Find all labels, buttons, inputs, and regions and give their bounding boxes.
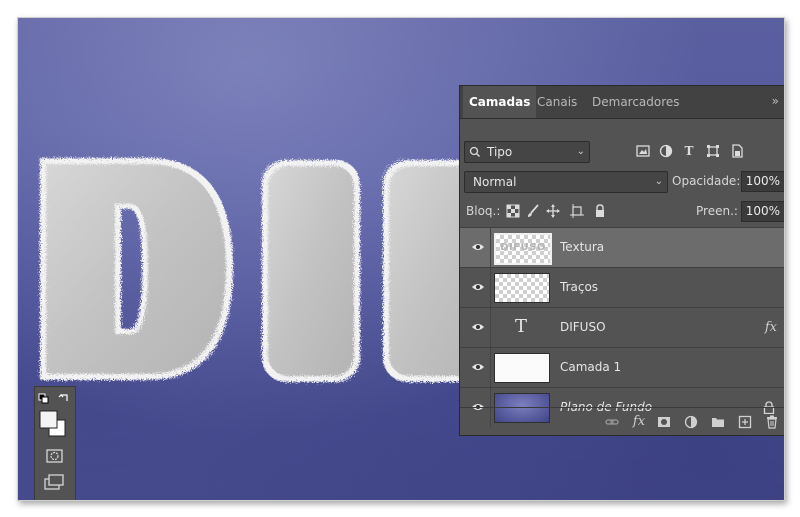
lock-pixels-icon[interactable] bbox=[526, 204, 540, 218]
layer-thumbnail: DIFUSO bbox=[494, 233, 552, 265]
layers-bottom-toolbar: fx bbox=[460, 407, 784, 436]
visibility-eye-icon[interactable] bbox=[471, 280, 485, 294]
panel-collapse-icon[interactable]: » bbox=[772, 86, 779, 116]
layer-separator bbox=[490, 268, 491, 307]
blend-mode-value: Normal bbox=[473, 175, 517, 189]
visibility-eye-icon[interactable] bbox=[471, 360, 485, 374]
tools-icons bbox=[38, 393, 68, 490]
shape-filter-icon[interactable] bbox=[706, 144, 720, 158]
fill-label: Preen.: bbox=[696, 204, 738, 218]
layers-panel: Camadas Canais Demarcadores » Tipo ⌄ T N… bbox=[459, 85, 784, 436]
foreground-color-swatch[interactable] bbox=[39, 410, 58, 429]
fill-field[interactable]: 100% bbox=[741, 201, 784, 222]
tab-camadas[interactable]: Camadas bbox=[463, 86, 537, 118]
search-icon bbox=[469, 142, 481, 168]
layer-separator bbox=[490, 348, 491, 387]
layer-row-textura[interactable]: DIFUSO Textura bbox=[460, 227, 784, 267]
layer-name[interactable]: Textura bbox=[560, 228, 604, 267]
lock-artboard-icon[interactable] bbox=[570, 204, 584, 218]
layer-row-plano-de-fundo[interactable]: Plano de Fundo bbox=[460, 387, 784, 427]
new-group-folder-icon[interactable] bbox=[711, 415, 725, 429]
layer-separator bbox=[490, 228, 491, 267]
tab-canais[interactable]: Canais bbox=[531, 86, 583, 118]
layer-name[interactable]: Camada 1 bbox=[560, 348, 621, 387]
opacity-label: Opacidade: bbox=[672, 174, 741, 188]
image-filter-icon[interactable] bbox=[636, 144, 650, 158]
blend-mode-dropdown[interactable]: Normal ⌄ bbox=[464, 171, 668, 193]
chevron-down-icon: ⌄ bbox=[654, 176, 663, 187]
add-mask-icon[interactable] bbox=[657, 415, 671, 429]
screen-mode-icon[interactable] bbox=[44, 474, 64, 490]
tools-panel bbox=[34, 386, 76, 500]
smart-object-filter-icon[interactable] bbox=[730, 144, 744, 158]
default-colors-icon[interactable] bbox=[38, 393, 49, 404]
add-layer-style-fx-icon[interactable]: fx bbox=[632, 415, 646, 429]
opacity-field[interactable]: 100% bbox=[741, 171, 784, 192]
lock-transparency-icon[interactable] bbox=[506, 204, 520, 218]
layer-name[interactable]: DIFUSO bbox=[560, 308, 606, 347]
lock-label: Bloq.: bbox=[466, 204, 501, 218]
letter-i bbox=[262, 160, 360, 382]
visibility-eye-icon[interactable] bbox=[471, 240, 485, 254]
lock-position-icon[interactable] bbox=[546, 204, 560, 218]
link-layers-icon[interactable] bbox=[605, 415, 619, 429]
thumbnail-text: DIFUSO bbox=[500, 242, 546, 253]
letter-d bbox=[40, 158, 233, 380]
quick-mask-icon[interactable] bbox=[46, 449, 63, 463]
document-window: Camadas Canais Demarcadores » Tipo ⌄ T N… bbox=[17, 17, 785, 501]
visibility-eye-icon[interactable] bbox=[471, 320, 485, 334]
chevron-down-icon: ⌄ bbox=[576, 146, 585, 157]
layer-thumbnail bbox=[494, 273, 550, 303]
delete-layer-trash-icon[interactable] bbox=[765, 415, 779, 429]
layer-name[interactable]: Traços bbox=[560, 268, 598, 307]
new-layer-icon[interactable] bbox=[738, 415, 752, 429]
panel-tabbar: Camadas Canais Demarcadores » bbox=[460, 86, 784, 119]
layer-thumbnail bbox=[494, 353, 550, 383]
swap-colors-icon[interactable] bbox=[58, 394, 68, 401]
layer-effects-fx-icon[interactable]: fx bbox=[765, 308, 777, 347]
lock-all-icon[interactable] bbox=[593, 204, 607, 218]
layer-separator bbox=[490, 308, 491, 347]
layer-filter-dropdown[interactable]: Tipo ⌄ bbox=[464, 141, 590, 163]
layer-row-tracos[interactable]: Traços bbox=[460, 267, 784, 307]
tab-demarcadores[interactable]: Demarcadores bbox=[586, 86, 686, 118]
layer-row-camada-1[interactable]: Camada 1 bbox=[460, 347, 784, 387]
new-adjustment-layer-icon[interactable] bbox=[684, 415, 698, 429]
layer-row-difuso[interactable]: T DIFUSO fx bbox=[460, 307, 784, 347]
layer-filter-label: Tipo bbox=[487, 145, 513, 159]
type-filter-icon[interactable]: T bbox=[682, 144, 696, 158]
adjustment-filter-icon[interactable] bbox=[659, 144, 673, 158]
text-layer-icon: T bbox=[514, 316, 527, 337]
